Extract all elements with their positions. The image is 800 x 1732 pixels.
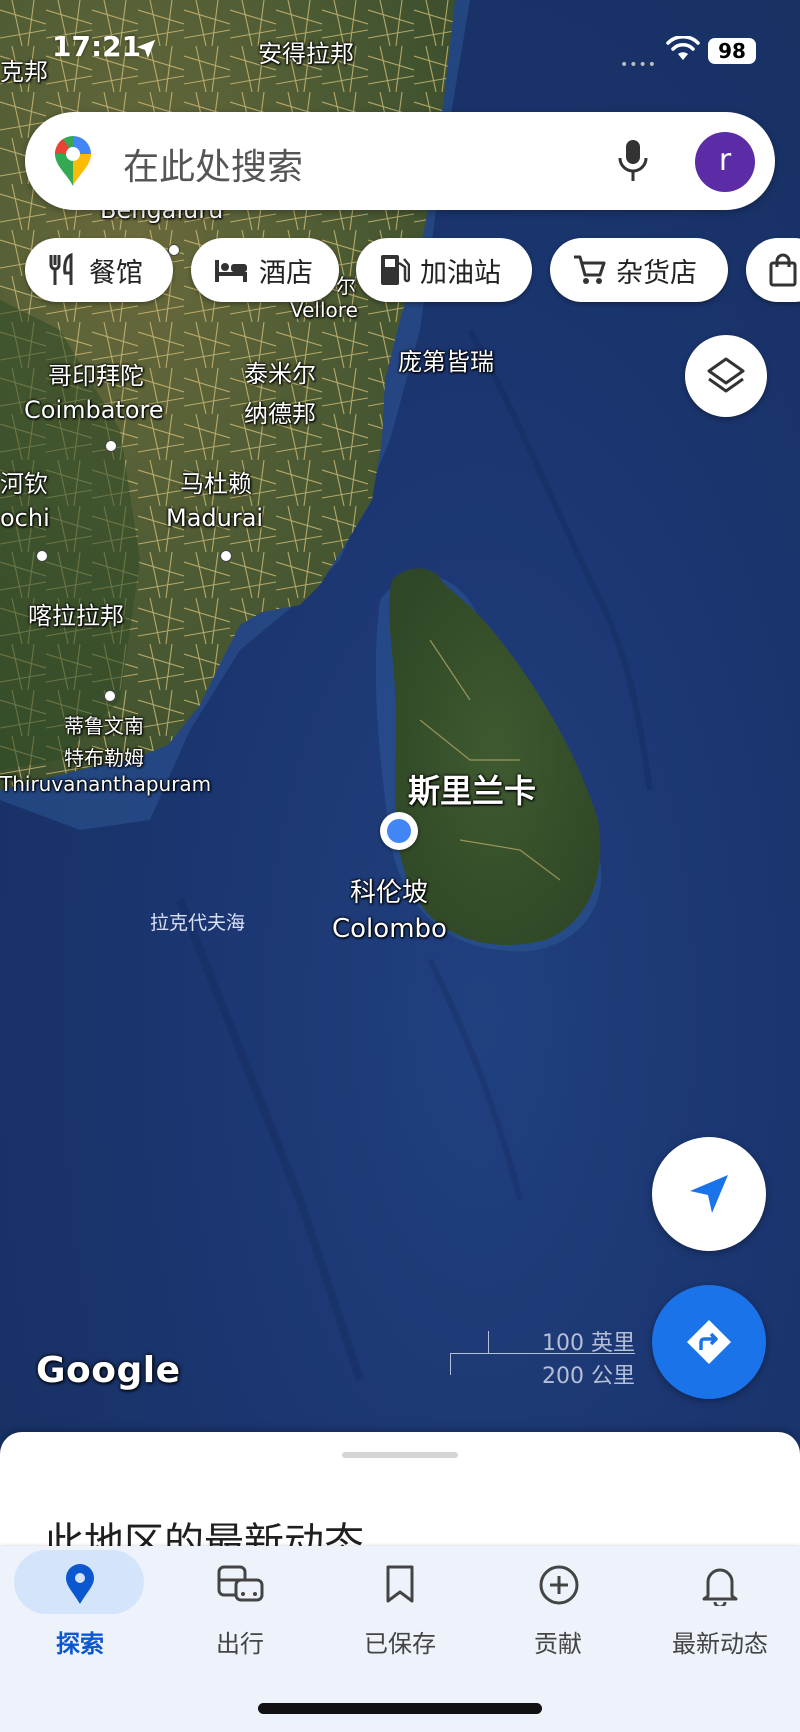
hotel-icon: [215, 260, 247, 282]
map-label-laccadive-sea[interactable]: 拉克代夫海: [150, 908, 245, 935]
sheet-drag-handle[interactable]: [342, 1452, 458, 1458]
my-location-button[interactable]: [652, 1137, 766, 1251]
map-label-tamil-nadu-2[interactable]: 纳德邦: [244, 394, 316, 429]
nav-commute[interactable]: 出行: [160, 1546, 320, 1666]
bell-icon: [702, 1568, 738, 1606]
nav-updates[interactable]: 最新动态: [640, 1546, 800, 1666]
shopping-bag-icon: [769, 253, 797, 287]
status-time: 17:21: [52, 30, 142, 63]
navigation-arrow-icon: [690, 1175, 728, 1213]
microphone-icon[interactable]: [617, 138, 649, 184]
directions-button[interactable]: [652, 1285, 766, 1399]
map-label-madurai-cn[interactable]: 马杜赖: [180, 464, 252, 499]
map-label-kochi[interactable]: ochi: [0, 504, 50, 532]
chip-label: 酒店: [259, 257, 313, 289]
map-label-colombo-cn[interactable]: 科伦坡: [350, 872, 428, 909]
current-location-marker[interactable]: [380, 812, 418, 850]
map-layers-button[interactable]: [685, 335, 767, 417]
grocery-cart-icon: [574, 255, 606, 284]
battery-indicator: 98: [708, 38, 756, 64]
nav-saved[interactable]: 已保存: [320, 1546, 480, 1666]
home-indicator[interactable]: [258, 1703, 542, 1714]
city-dot-coimbatore: [105, 440, 117, 452]
city-dot-kochi: [36, 550, 48, 562]
chip-label: 杂货店: [616, 257, 697, 289]
bottom-sheet[interactable]: 此地区的最新动态: [0, 1432, 800, 1552]
search-input[interactable]: 在此处搜索: [123, 138, 303, 190]
scale-metric: 200 公里: [542, 1364, 635, 1389]
nav-label: 已保存: [364, 1630, 436, 1658]
commute-icon: [217, 1565, 264, 1602]
nav-label: 最新动态: [672, 1630, 768, 1658]
map-label-coimbatore[interactable]: Coimbatore: [24, 396, 164, 424]
search-bar[interactable]: 在此处搜索 r: [25, 112, 775, 210]
chip-label: 加油站: [420, 257, 501, 289]
city-dot-tvm: [104, 690, 116, 702]
cellular-signal-icon: ••••: [620, 57, 658, 73]
map-label-pondicherry[interactable]: 庞第皆瑞: [398, 342, 494, 377]
map-label-tvm-cn-1[interactable]: 蒂鲁文南: [64, 710, 144, 739]
nav-contribute[interactable]: 贡献: [478, 1546, 638, 1666]
chip-restaurants[interactable]: 餐馆: [25, 238, 173, 302]
nav-label: 贡献: [534, 1630, 582, 1658]
city-dot-madurai: [220, 550, 232, 562]
chip-shopping[interactable]: [746, 238, 800, 302]
explore-pin-icon: [66, 1564, 94, 1604]
location-arrow-icon: [136, 39, 156, 59]
gas-station-icon: [381, 255, 410, 285]
chip-groceries[interactable]: 杂货店: [550, 238, 728, 302]
map-label-coimbatore-cn[interactable]: 哥印拜陀: [48, 356, 144, 391]
map-label-tvm[interactable]: Thiruvananthapuram: [0, 772, 211, 796]
map-label-kochi-cn[interactable]: 河钦: [0, 464, 48, 499]
chip-label: 餐馆: [89, 257, 143, 289]
map-label-tamil-nadu-1[interactable]: 泰米尔: [244, 354, 316, 389]
category-chips: 餐馆 酒店 加油站 杂货店: [0, 238, 800, 304]
chip-gas-stations[interactable]: 加油站: [356, 238, 532, 302]
nav-explore[interactable]: 探索: [0, 1546, 160, 1666]
map-label-colombo[interactable]: Colombo: [332, 914, 447, 944]
add-circle-icon: [539, 1565, 579, 1605]
google-attribution: Google: [36, 1350, 181, 1391]
map-label-tvm-cn-2[interactable]: 特布勒姆: [64, 742, 144, 771]
map-label-kerala[interactable]: 喀拉拉邦: [28, 596, 124, 631]
map-label-sri-lanka[interactable]: 斯里兰卡: [408, 766, 536, 812]
layers-icon: [707, 357, 745, 393]
nav-label: 出行: [216, 1630, 264, 1658]
chip-hotels[interactable]: 酒店: [191, 238, 339, 302]
restaurant-icon: [49, 253, 73, 285]
google-maps-logo-icon: [54, 136, 91, 186]
map-label-madurai[interactable]: Madurai: [166, 504, 263, 532]
nav-label: 探索: [56, 1630, 104, 1658]
directions-icon: [687, 1320, 731, 1364]
status-bar: 17:21 •••• 98: [0, 0, 800, 100]
bookmark-icon: [386, 1565, 414, 1603]
account-avatar[interactable]: r: [695, 132, 755, 192]
wifi-icon: [666, 36, 700, 60]
map-scale-bar: 100 英里 200 公里: [450, 1325, 635, 1389]
